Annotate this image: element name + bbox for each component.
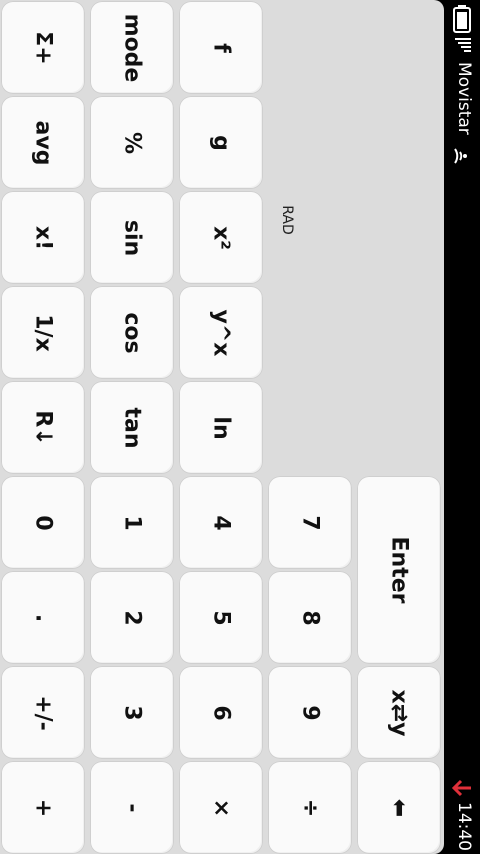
carrier-name: Movistar	[454, 62, 474, 135]
ln-key[interactable]: ln	[179, 381, 263, 474]
mode-key[interactable]: mode	[90, 1, 174, 94]
key-label: 4	[208, 514, 234, 531]
key-label: x!	[30, 225, 56, 250]
digit-1-key[interactable]: 1	[90, 476, 174, 569]
add-key[interactable]: +	[1, 761, 85, 854]
key-label: g	[208, 134, 234, 151]
key-label: 0	[30, 514, 56, 531]
key-label: 1	[119, 514, 145, 531]
clock-time: 14:40	[454, 802, 474, 851]
key-label: +	[30, 798, 56, 817]
key-label: x⇄y	[386, 689, 412, 736]
status-bar: Movistar 14:40	[444, 0, 480, 854]
signal-strength-icon	[455, 38, 471, 52]
key-label: R↓	[30, 409, 56, 446]
divide-key[interactable]: ÷	[268, 761, 352, 854]
key-label: mode	[119, 13, 145, 82]
multiply-key[interactable]: ×	[179, 761, 263, 854]
key-label: 9	[297, 704, 323, 721]
plus-minus-key[interactable]: +/-	[1, 666, 85, 759]
angle-mode-indicator: RAD	[279, 205, 295, 235]
key-label: 1/x	[30, 313, 56, 352]
factorial-key[interactable]: x!	[1, 191, 85, 284]
g-key[interactable]: g	[179, 96, 263, 189]
battery-icon	[453, 5, 471, 33]
sigma-plus-key[interactable]: Σ+	[1, 1, 85, 94]
digit-0-key[interactable]: 0	[1, 476, 85, 569]
backspace-key[interactable]: ⬅	[357, 761, 441, 854]
key-label: sin	[119, 219, 145, 256]
x-squared-key[interactable]: x²	[179, 191, 263, 284]
key-label: cos	[119, 311, 145, 354]
y-pow-x-key[interactable]: y^x	[179, 286, 263, 379]
key-label: -	[119, 802, 145, 813]
key-label: ×	[208, 798, 234, 817]
avg-key[interactable]: avg	[1, 96, 85, 189]
enter-key[interactable]: Enter	[357, 476, 441, 664]
decimal-point-key[interactable]: .	[1, 571, 85, 664]
reciprocal-key[interactable]: 1/x	[1, 286, 85, 379]
key-label: Σ+	[30, 30, 56, 65]
wifi-icon	[454, 148, 467, 164]
key-label: 7	[297, 514, 323, 531]
key-label: 5	[208, 609, 234, 626]
key-label: +/-	[30, 694, 56, 731]
digit-2-key[interactable]: 2	[90, 571, 174, 664]
key-label: ⬅	[386, 798, 412, 817]
digit-3-key[interactable]: 3	[90, 666, 174, 759]
digit-5-key[interactable]: 5	[179, 571, 263, 664]
percent-key[interactable]: %	[90, 96, 174, 189]
subtract-key[interactable]: -	[90, 761, 174, 854]
tan-key[interactable]: tan	[90, 381, 174, 474]
download-arrow-icon	[451, 779, 471, 797]
key-label: avg	[30, 120, 56, 165]
key-label: %	[119, 131, 145, 154]
digit-4-key[interactable]: 4	[179, 476, 263, 569]
key-label: y^x	[208, 309, 234, 356]
key-label: 2	[119, 609, 145, 626]
calculator-app: Σ+ mode f avg % g x! sin x² 1/x cos y^x …	[0, 0, 444, 854]
digit-7-key[interactable]: 7	[268, 476, 352, 569]
roll-down-key[interactable]: R↓	[1, 381, 85, 474]
key-label: 8	[297, 609, 323, 626]
key-label: 3	[119, 704, 145, 721]
key-label: ÷	[297, 798, 323, 817]
key-label: f	[208, 42, 234, 53]
digit-9-key[interactable]: 9	[268, 666, 352, 759]
swap-xy-key[interactable]: x⇄y	[357, 666, 441, 759]
digit-8-key[interactable]: 8	[268, 571, 352, 664]
key-label: Enter	[386, 536, 412, 604]
key-label: x²	[208, 225, 234, 250]
key-label: ln	[208, 415, 234, 440]
key-label: 6	[208, 704, 234, 721]
digit-6-key[interactable]: 6	[179, 666, 263, 759]
key-label: .	[30, 613, 56, 622]
f-key[interactable]: f	[179, 1, 263, 94]
key-label: tan	[119, 406, 145, 449]
sin-key[interactable]: sin	[90, 191, 174, 284]
cos-key[interactable]: cos	[90, 286, 174, 379]
